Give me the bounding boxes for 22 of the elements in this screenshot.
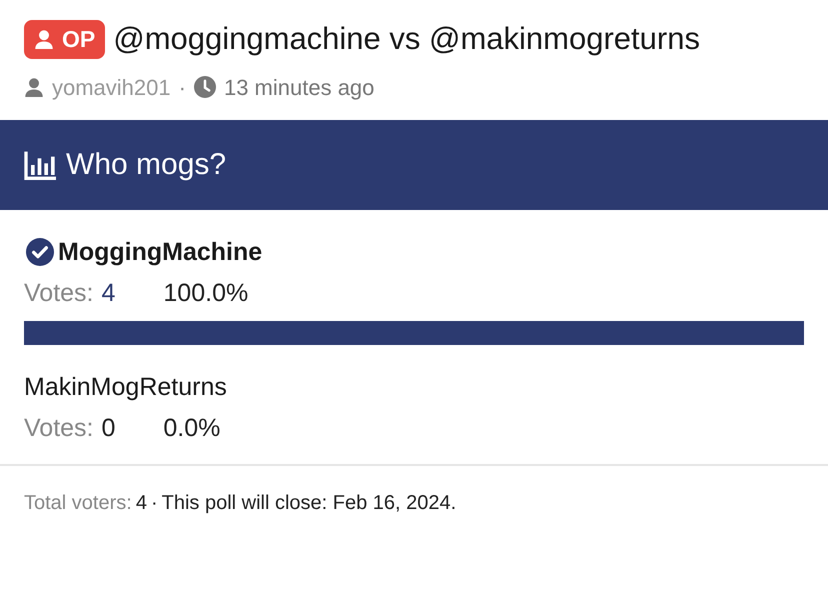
user-icon <box>34 28 54 50</box>
clock-icon <box>194 76 216 98</box>
vote-count: 4 <box>102 278 116 309</box>
bar-chart-icon <box>24 150 58 180</box>
votes-label: Votes: <box>24 278 94 309</box>
poll-question: Who mogs? <box>66 147 226 183</box>
option-label: MoggingMachine <box>58 236 262 268</box>
author-link[interactable]: yomavih201 <box>52 70 171 104</box>
vote-count: 0 <box>102 413 116 444</box>
option-label: MakinMogReturns <box>24 372 227 402</box>
op-badge: OP <box>24 20 106 58</box>
voters-count: 4 <box>136 490 147 516</box>
separator: · <box>178 74 186 102</box>
voters-label: Total voters: <box>24 490 132 516</box>
user-icon <box>24 76 44 98</box>
separator: · <box>150 490 158 516</box>
vote-percent: 100.0% <box>163 278 248 309</box>
vote-percent: 0.0% <box>163 413 220 444</box>
votes-label: Votes: <box>24 413 94 444</box>
closing-date: This poll will close: Feb 16, 2024. <box>162 490 456 516</box>
thread-title: @moggingmachine vs @makinmogreturns <box>113 20 700 58</box>
post-time: 13 minutes ago <box>224 74 374 102</box>
